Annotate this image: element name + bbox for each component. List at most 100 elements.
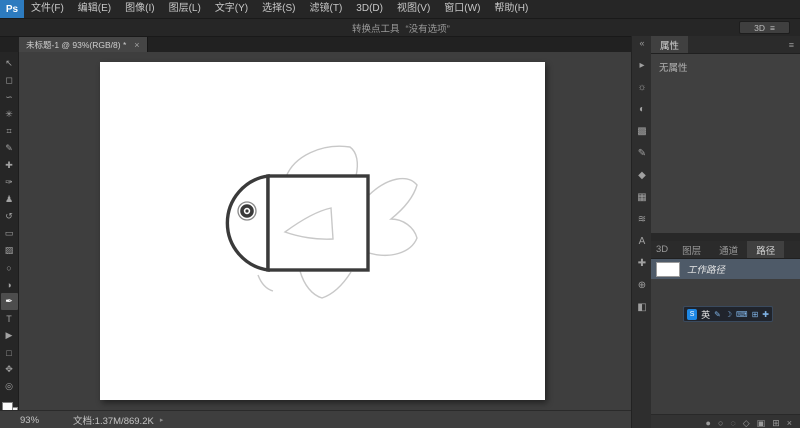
ime-keyboard-icon[interactable]: ⌨ <box>736 310 748 319</box>
work-path-label: 工作路径 <box>687 265 726 276</box>
path-selection-tool[interactable]: ▶ <box>1 327 18 344</box>
fish-chin-sketch <box>257 274 274 292</box>
pasteboard[interactable] <box>19 52 631 410</box>
menu-edit[interactable]: 编辑(E) <box>71 0 118 18</box>
status-options-arrow-icon[interactable]: ▸ <box>160 416 164 424</box>
dock-styles-icon[interactable]: ▩ <box>633 120 651 142</box>
panel-dock-strip: « ▸ ☼ ◐ ▩ ✎ ◆ ▦ ≋ A ✚ ⊕ ◧ <box>631 36 652 428</box>
document-size-info: 文档:1.37M/869.2K <box>73 416 154 427</box>
photoshop-logo[interactable]: Ps <box>0 0 24 18</box>
dock-history-icon[interactable]: ▸ <box>633 54 651 76</box>
photoshop-window: Ps 文件(F) 编辑(E) 图像(I) 图层(L) 文字(Y) 选择(S) 滤… <box>0 0 800 428</box>
type-tool[interactable]: T <box>1 310 18 327</box>
dock-navigator-icon[interactable]: ▦ <box>633 186 651 208</box>
fish-eye-pupil <box>245 209 249 213</box>
menu-file[interactable]: 文件(F) <box>24 0 71 18</box>
document-tab-bar: 未标题-1 @ 93%(RGB/8) * × <box>0 37 631 52</box>
document-tab[interactable]: 未标题-1 @ 93%(RGB/8) * × <box>19 37 148 52</box>
path-thumbnail[interactable] <box>656 261 680 277</box>
dock-clone-source-icon[interactable]: ⊕ <box>633 274 651 296</box>
close-tab-icon[interactable]: × <box>134 40 139 50</box>
paths-panel-buttons: ● ○ ◌ ◇ ▣ ⊞ × <box>651 414 800 428</box>
ime-toolbar: S 英 ✎ ☽ ⌨ ⊞ ✚ <box>683 306 773 322</box>
tool-no-options-hint: “没有选项” <box>405 24 450 35</box>
dodge-tool[interactable]: ◑ <box>1 276 18 293</box>
workspace-switcher-button[interactable]: 3D ≡ <box>739 21 790 34</box>
crop-tool[interactable]: ⌗ <box>1 123 18 140</box>
dock-info-icon[interactable]: ≋ <box>633 208 651 230</box>
tab-properties[interactable]: 属性 <box>651 36 689 53</box>
tab-channels[interactable]: 通道 <box>710 241 747 258</box>
zoom-tool[interactable]: ◎ <box>1 378 18 395</box>
panel-group-divider <box>651 233 800 241</box>
dock-adjustments-icon[interactable]: ◐ <box>633 98 651 120</box>
fish-top-fin-sketch <box>285 145 359 178</box>
ime-language-mode[interactable]: 英 <box>701 308 710 321</box>
menu-filter[interactable]: 滤镜(T) <box>303 0 350 18</box>
fish-body <box>266 174 370 272</box>
hand-tool[interactable]: ✥ <box>1 361 18 378</box>
eyedropper-tool[interactable]: ✎ <box>1 140 18 157</box>
dock-color-icon[interactable]: ☼ <box>633 76 651 98</box>
pen-tool[interactable]: ✒ <box>0 293 18 310</box>
ime-wrench-icon[interactable]: ✚ <box>762 310 769 319</box>
menu-image[interactable]: 图像(I) <box>118 0 161 18</box>
ime-logo-icon[interactable]: S <box>687 308 698 320</box>
menu-3d[interactable]: 3D(D) <box>349 0 390 18</box>
tab-paths[interactable]: 路径 <box>747 241 785 258</box>
menu-type[interactable]: 文字(Y) <box>208 0 255 18</box>
dock-swatches-icon[interactable]: ◆ <box>633 164 651 186</box>
paths-panel-header: 3D 图层 通道 路径 <box>651 241 800 259</box>
fish-drawing <box>225 145 418 299</box>
dock-character-icon[interactable]: A <box>633 230 651 252</box>
ime-toolbox-icon[interactable]: ⊞ <box>752 310 759 319</box>
gradient-tool[interactable]: ▨ <box>1 242 18 259</box>
collapse-panels-icon[interactable]: « <box>639 38 644 51</box>
document-canvas[interactable] <box>100 62 545 400</box>
tool-options-bar: 转换点工具 “没有选项” 3D ≡ <box>0 19 800 37</box>
history-brush-tool[interactable]: ↺ <box>1 208 18 225</box>
marquee-tool[interactable]: ◻ <box>1 72 18 89</box>
paths-panel-content: 工作路径 <box>651 259 800 414</box>
new-path-button[interactable]: ⊞ <box>772 418 780 428</box>
delete-path-button[interactable]: × <box>787 418 792 428</box>
zoom-level-field[interactable]: 93% <box>20 415 39 426</box>
menu-window[interactable]: 窗口(W) <box>437 0 487 18</box>
load-selection-button[interactable]: ◌ <box>730 418 735 428</box>
properties-panel-content: 无属性 <box>651 54 800 233</box>
ime-moon-icon[interactable]: ☽ <box>725 310 732 319</box>
clone-stamp-tool[interactable]: ♟ <box>1 191 18 208</box>
menu-layer[interactable]: 图层(L) <box>162 0 208 18</box>
eraser-tool[interactable]: ▭ <box>1 225 18 242</box>
panel-menu-icon[interactable]: ≡ <box>783 36 800 53</box>
dock-paragraph-icon[interactable]: ✚ <box>633 252 651 274</box>
quick-selection-tool[interactable]: ✳ <box>1 106 18 123</box>
panel-dock: 属性 ≡ 无属性 3D 图层 通道 路径 工作路径 ● ○ ◌ ◇ ▣ ⊞ × <box>651 36 800 428</box>
stroke-path-button[interactable]: ○ <box>718 418 723 428</box>
workspace-label: 3D <box>754 22 766 33</box>
document-tab-title: 未标题-1 @ 93%(RGB/8) * <box>26 39 127 50</box>
lasso-tool[interactable]: ∽ <box>1 89 18 106</box>
ime-pen-icon[interactable]: ✎ <box>714 310 721 319</box>
menu-bar: Ps 文件(F) 编辑(E) 图像(I) 图层(L) 文字(Y) 选择(S) 滤… <box>0 0 800 19</box>
tab-layers[interactable]: 图层 <box>673 241 710 258</box>
dock-brush-icon[interactable]: ✎ <box>633 142 651 164</box>
active-tool-label: 转换点工具 <box>352 24 400 35</box>
blur-tool[interactable]: ○ <box>1 259 18 276</box>
shape-tool[interactable]: □ <box>1 344 18 361</box>
make-work-path-button[interactable]: ◇ <box>743 418 750 428</box>
healing-brush-tool[interactable]: ✚ <box>1 157 18 174</box>
move-tool[interactable]: ↖ <box>1 55 18 72</box>
fish-tail-sketch <box>368 177 418 256</box>
fish-head <box>225 174 270 272</box>
add-mask-button[interactable]: ▣ <box>757 418 766 428</box>
fill-path-button[interactable]: ● <box>706 418 711 428</box>
tab-3d[interactable]: 3D <box>651 241 673 258</box>
menu-view[interactable]: 视图(V) <box>390 0 437 18</box>
brush-tool[interactable]: ✑ <box>1 174 18 191</box>
menu-select[interactable]: 选择(S) <box>255 0 302 18</box>
status-bar: 93% 文档:1.37M/869.2K ▸ <box>0 410 631 428</box>
menu-help[interactable]: 帮助(H) <box>487 0 535 18</box>
work-path-row[interactable]: 工作路径 <box>651 259 800 279</box>
dock-measurement-icon[interactable]: ◧ <box>633 296 651 318</box>
